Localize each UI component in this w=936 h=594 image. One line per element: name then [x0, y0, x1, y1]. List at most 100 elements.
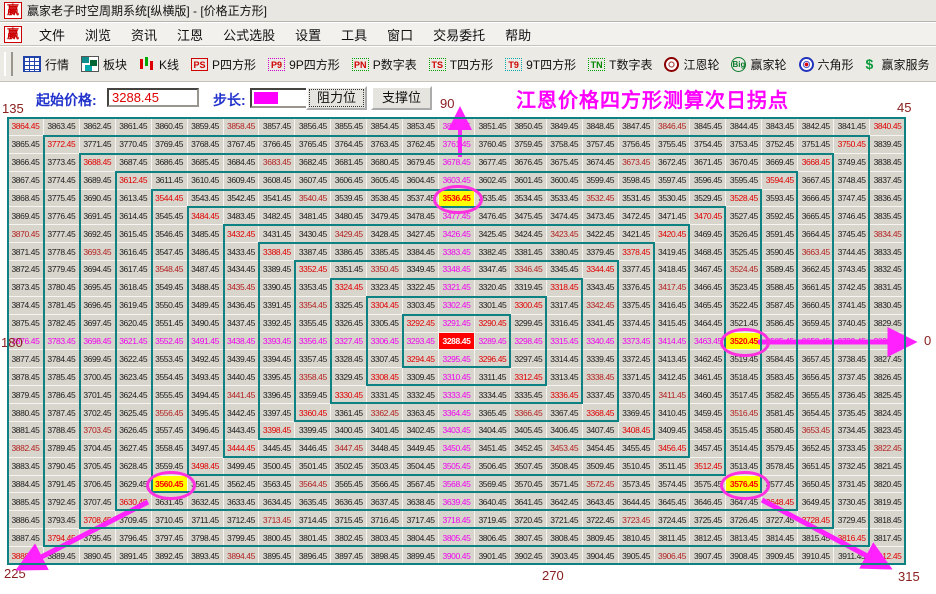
grid-cell-r16c9: 3361.45: [331, 404, 368, 422]
toolbar-button-9p-square[interactable]: P9 9P四方形: [262, 54, 346, 75]
grid-cell-r12c17: 3373.45: [618, 332, 655, 351]
grid-cell-r8c5: 3487.45: [187, 261, 224, 279]
menu-item-文件[interactable]: 文件: [30, 23, 74, 46]
toolbar-button-gann-wheel[interactable]: 江恩轮: [658, 54, 725, 75]
grid-cell-r14c5: 3493.45: [187, 368, 224, 387]
grid-cell-r11c13: 3290.45: [474, 314, 511, 333]
grid-cell-r13c22: 3657.45: [798, 350, 835, 369]
menu-item-帮助[interactable]: 帮助: [496, 23, 540, 46]
toolbar-button-quotes[interactable]: 行情: [17, 54, 75, 75]
grid-cell-r1c2: 3771.45: [79, 135, 116, 154]
grid-cell-r4c17: 3531.45: [618, 189, 655, 208]
grid-cell-r16c13: 3365.45: [474, 404, 511, 422]
toolbar-button-9t-square[interactable]: T9 9T四方形: [499, 54, 582, 75]
grid-cell-r6c18: 3420.45: [654, 225, 691, 244]
menu-item-工具[interactable]: 工具: [332, 23, 376, 46]
grid-cell-r9c2: 3695.45: [79, 278, 116, 297]
grid-cell-r13c2: 3699.45: [79, 350, 116, 369]
grid-cell-r12c15: 3315.45: [546, 332, 583, 351]
toolbar-button-winner-service[interactable]: $ 赢家服务: [860, 54, 936, 75]
grid-cell-r21c20: 3647.45: [726, 493, 763, 512]
grid-cell-r20c10: 3566.45: [367, 475, 404, 494]
grid-cell-r24c20: 3908.45: [726, 547, 763, 565]
grid-cell-r23c12: 3805.45: [439, 529, 475, 548]
grid-cell-r6c12: 3426.45: [439, 225, 475, 244]
grid-cell-r10c9: 3325.45: [331, 296, 368, 315]
toolbar: 行情 板块 K线 PS P四方形 P9 9P四方形 PN P数字表 TS T四方形 T9 9T四方形 TN…: [0, 47, 936, 82]
menu-item-资讯[interactable]: 资讯: [122, 23, 166, 46]
grid-cell-r13c16: 3339.45: [582, 350, 619, 369]
grid-cell-r17c18: 3409.45: [654, 421, 691, 440]
grid-cell-r11c12: 3291.45: [439, 314, 475, 333]
grid-cell-r19c8: 3501.45: [295, 457, 332, 476]
grid-cell-r11c0: 3875.45: [8, 314, 44, 333]
grid-cell-r7c18: 3419.45: [654, 243, 691, 262]
grid-cell-r2c15: 3675.45: [546, 153, 583, 172]
grid-cell-r1c0: 3865.45: [8, 135, 44, 154]
grid-cell-r4c23: 3747.45: [834, 189, 871, 208]
toolbar-label: 赢家轮: [750, 57, 787, 72]
grid-cell-r8c13: 3347.45: [474, 261, 511, 279]
grid-cell-r2c2: 3688.45: [79, 153, 116, 172]
menu-item-浏览[interactable]: 浏览: [76, 23, 120, 46]
grid-cell-r14c19: 3461.45: [690, 368, 727, 387]
grid-cell-r22c4: 3710.45: [151, 511, 188, 530]
grid-cell-r9c23: 3742.45: [834, 278, 871, 297]
grid-cell-r1c6: 3767.45: [223, 135, 260, 154]
grid-cell-r22c12: 3718.45: [439, 511, 475, 530]
grid-cell-r12c23: 3739.45: [834, 332, 871, 351]
grid-cell-r8c17: 3377.45: [618, 261, 655, 279]
grid-cell-r1c19: 3754.45: [690, 135, 727, 154]
grid-cell-r10c7: 3391.45: [259, 296, 296, 315]
toolbar-button-winner-wheel[interactable]: Big 赢家轮: [725, 54, 792, 75]
grid-cell-r14c17: 3371.45: [618, 368, 655, 387]
grid-cell-r13c17: 3372.45: [618, 350, 655, 369]
menu-item-交易委托[interactable]: 交易委托: [424, 23, 494, 46]
grid-cell-r11c20: 3521.45: [726, 314, 763, 333]
menu-item-公式选股[interactable]: 公式选股: [214, 23, 284, 46]
toolbar-button-p-number-table[interactable]: PN P数字表: [346, 54, 423, 75]
grid-cell-r4c16: 3532.45: [582, 189, 619, 208]
grid-cell-r1c15: 3758.45: [546, 135, 583, 154]
toolbar-label: 9P四方形: [289, 57, 340, 72]
grid-cell-r4c9: 3539.45: [331, 189, 368, 208]
grid-cell-r13c12: 3295.45: [439, 350, 475, 369]
menu-item-设置[interactable]: 设置: [286, 23, 330, 46]
grid-cell-r16c2: 3702.45: [79, 404, 116, 422]
grid-cell-r4c14: 3534.45: [510, 189, 547, 208]
toolbar-button-t-square[interactable]: TS T四方形: [423, 54, 499, 75]
support-button[interactable]: 支撑位: [371, 86, 432, 110]
menu-item-窗口[interactable]: 窗口: [378, 23, 422, 46]
toolbar-button-kline[interactable]: K线: [133, 54, 185, 75]
grid-cell-r5c0: 3869.45: [8, 207, 44, 226]
start-price-input[interactable]: [107, 88, 199, 107]
toolbar-button-sectors[interactable]: 板块: [75, 54, 133, 75]
menu-item-江恩[interactable]: 江恩: [168, 23, 212, 46]
grid-cell-r24c8: 3896.45: [295, 547, 332, 565]
grid-cell-r21c10: 3637.45: [367, 493, 404, 512]
compass-label-90: 90: [440, 96, 455, 111]
grid-cell-r2c16: 3674.45: [582, 153, 619, 172]
toolbar-button-hexagon[interactable]: 六角形: [793, 54, 860, 75]
grid-cell-r5c4: 3545.45: [151, 207, 188, 226]
resistance-button[interactable]: 阻力位: [306, 86, 367, 110]
grid-cell-r18c2: 3704.45: [79, 439, 116, 458]
grid-cell-r9c5: 3488.45: [187, 278, 224, 297]
grid-cell-r15c19: 3460.45: [690, 386, 727, 405]
toolbar-button-p-square[interactable]: PS P四方形: [185, 54, 262, 75]
grid-cell-r11c2: 3697.45: [79, 314, 116, 333]
grid-cell-r0c4: 3860.45: [151, 118, 188, 136]
grid-cell-r18c9: 3447.45: [331, 439, 368, 458]
grid-cell-r16c23: 3735.45: [834, 404, 871, 422]
grid-cell-r8c23: 3743.45: [834, 261, 871, 279]
grid-cell-r9c24: 3831.45: [870, 278, 906, 297]
grid-cell-r11c23: 3740.45: [834, 314, 871, 333]
grid-cell-r5c20: 3527.45: [726, 207, 763, 226]
grid-cell-r22c20: 3726.45: [726, 511, 763, 530]
grid-cell-r8c0: 3872.45: [8, 261, 44, 279]
toolbar-button-t-number-table[interactable]: TN T数字表: [582, 54, 658, 75]
toolbar-handle[interactable]: [4, 52, 13, 76]
grid-cell-r24c5: 3893.45: [187, 547, 224, 565]
grid-cell-r2c21: 3669.45: [762, 153, 799, 172]
grid-cell-r9c21: 3588.45: [762, 278, 799, 297]
